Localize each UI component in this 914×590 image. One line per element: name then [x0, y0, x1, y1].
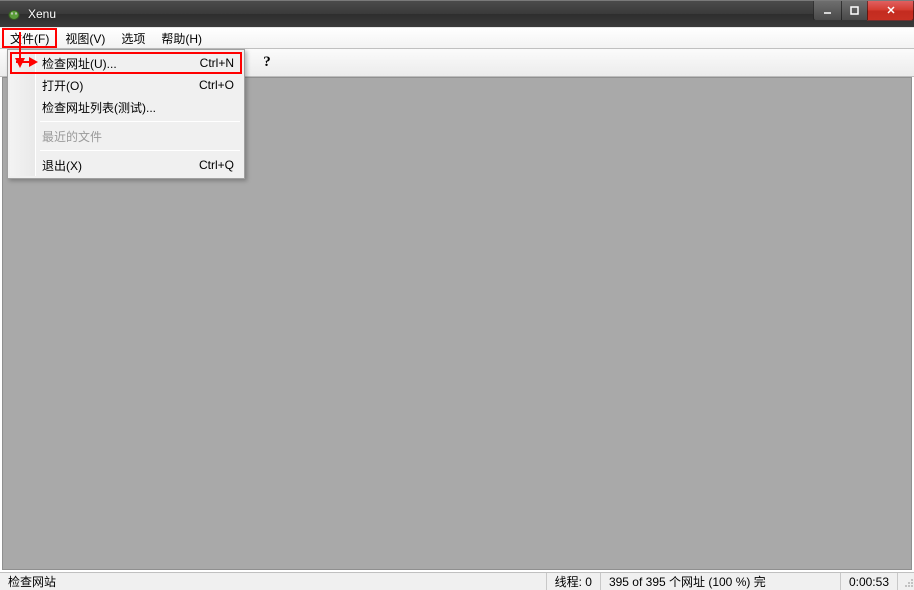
help-icon[interactable]: ?	[258, 54, 276, 72]
menu-exit[interactable]: 退出(X) Ctrl+Q	[10, 154, 242, 176]
menu-exit-label: 退出(X)	[42, 157, 82, 174]
statusbar: 检查网站 线程: 0 395 of 395 个网址 (100 %) 完 0:00…	[0, 572, 914, 590]
menu-open-shortcut: Ctrl+O	[199, 78, 234, 92]
minimize-button[interactable]	[813, 1, 842, 21]
status-elapsed: 0:00:53	[841, 573, 898, 590]
menu-file[interactable]: 文件(F)	[2, 28, 57, 48]
menu-check-list[interactable]: 检查网址列表(测试)...	[10, 96, 242, 118]
menu-recent-files-label: 最近的文件	[42, 128, 102, 145]
titlebar: Xenu	[0, 0, 914, 27]
resize-grip[interactable]	[898, 573, 914, 590]
status-progress: 395 of 395 个网址 (100 %) 完	[601, 573, 841, 590]
window-title: Xenu	[28, 7, 56, 21]
menu-check-list-label: 检查网址列表(测试)...	[42, 99, 156, 116]
menu-check-url-shortcut: Ctrl+N	[200, 56, 234, 70]
status-message: 检查网站	[0, 573, 547, 590]
menu-open-label: 打开(O)	[42, 77, 83, 94]
status-threads: 线程: 0	[547, 573, 601, 590]
file-menu-dropdown: 检查网址(U)... Ctrl+N 打开(O) Ctrl+O 检查网址列表(测试…	[7, 49, 245, 179]
menu-separator	[40, 150, 240, 151]
menu-recent-files: 最近的文件	[10, 125, 242, 147]
menu-separator	[40, 121, 240, 122]
menu-open[interactable]: 打开(O) Ctrl+O	[10, 74, 242, 96]
menu-check-url[interactable]: 检查网址(U)... Ctrl+N	[10, 52, 242, 74]
maximize-button[interactable]	[841, 1, 868, 21]
menu-exit-shortcut: Ctrl+Q	[199, 158, 234, 172]
menubar: 文件(F) 视图(V) 选项 帮助(H)	[0, 27, 914, 49]
menu-check-url-label: 检查网址(U)...	[42, 55, 117, 72]
app-icon	[6, 6, 22, 22]
window-controls	[814, 1, 914, 21]
menu-view[interactable]: 视图(V)	[57, 28, 113, 48]
menu-options[interactable]: 选项	[113, 28, 153, 48]
menu-help[interactable]: 帮助(H)	[153, 28, 210, 48]
close-button[interactable]	[867, 1, 914, 21]
